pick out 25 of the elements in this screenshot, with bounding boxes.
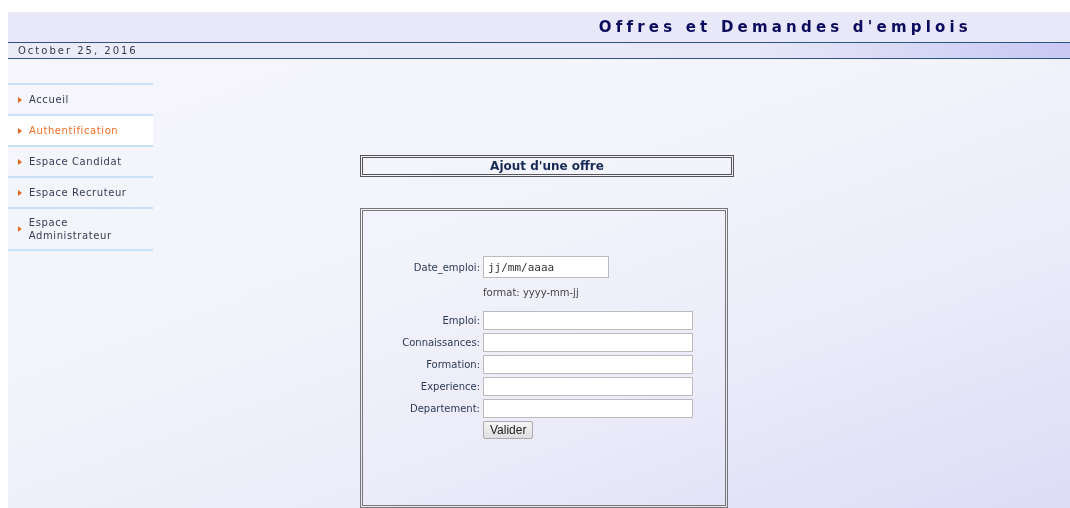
field-label: Emploi:: [442, 315, 480, 326]
format-hint: format: yyyy-mm-jj: [483, 287, 580, 298]
current-date: October 25, 2016: [18, 45, 138, 56]
input-field[interactable]: [483, 399, 693, 418]
field-label: Departement:: [409, 403, 480, 414]
bullet-arrow-icon: [18, 189, 22, 196]
submit-button[interactable]: Valider: [483, 421, 534, 439]
sidebar-item[interactable]: Espace Administrateur: [8, 207, 153, 251]
field-label: Connaissances:: [402, 337, 480, 348]
field-label: Date_emploi:: [413, 261, 480, 273]
bullet-arrow-icon: [18, 127, 22, 134]
sidebar-item[interactable]: Espace Recruteur: [8, 176, 153, 207]
input-field[interactable]: [483, 355, 693, 374]
bullet-arrow-icon: [18, 226, 22, 232]
bullet-arrow-icon: [18, 158, 22, 165]
input-field[interactable]: [483, 333, 693, 352]
input-field[interactable]: [483, 377, 693, 396]
form-title: Ajout d'une offre: [360, 155, 734, 177]
field-label: Experience:: [420, 381, 480, 392]
sidebar-item[interactable]: Espace Candidat: [8, 145, 153, 176]
bullet-arrow-icon: [18, 96, 22, 103]
field-label: Formation:: [426, 359, 480, 370]
site-title: Offres et Demandes d'emplois: [598, 18, 972, 36]
date-field[interactable]: jj/mm/aaaa: [483, 256, 609, 278]
input-field[interactable]: [483, 311, 693, 330]
